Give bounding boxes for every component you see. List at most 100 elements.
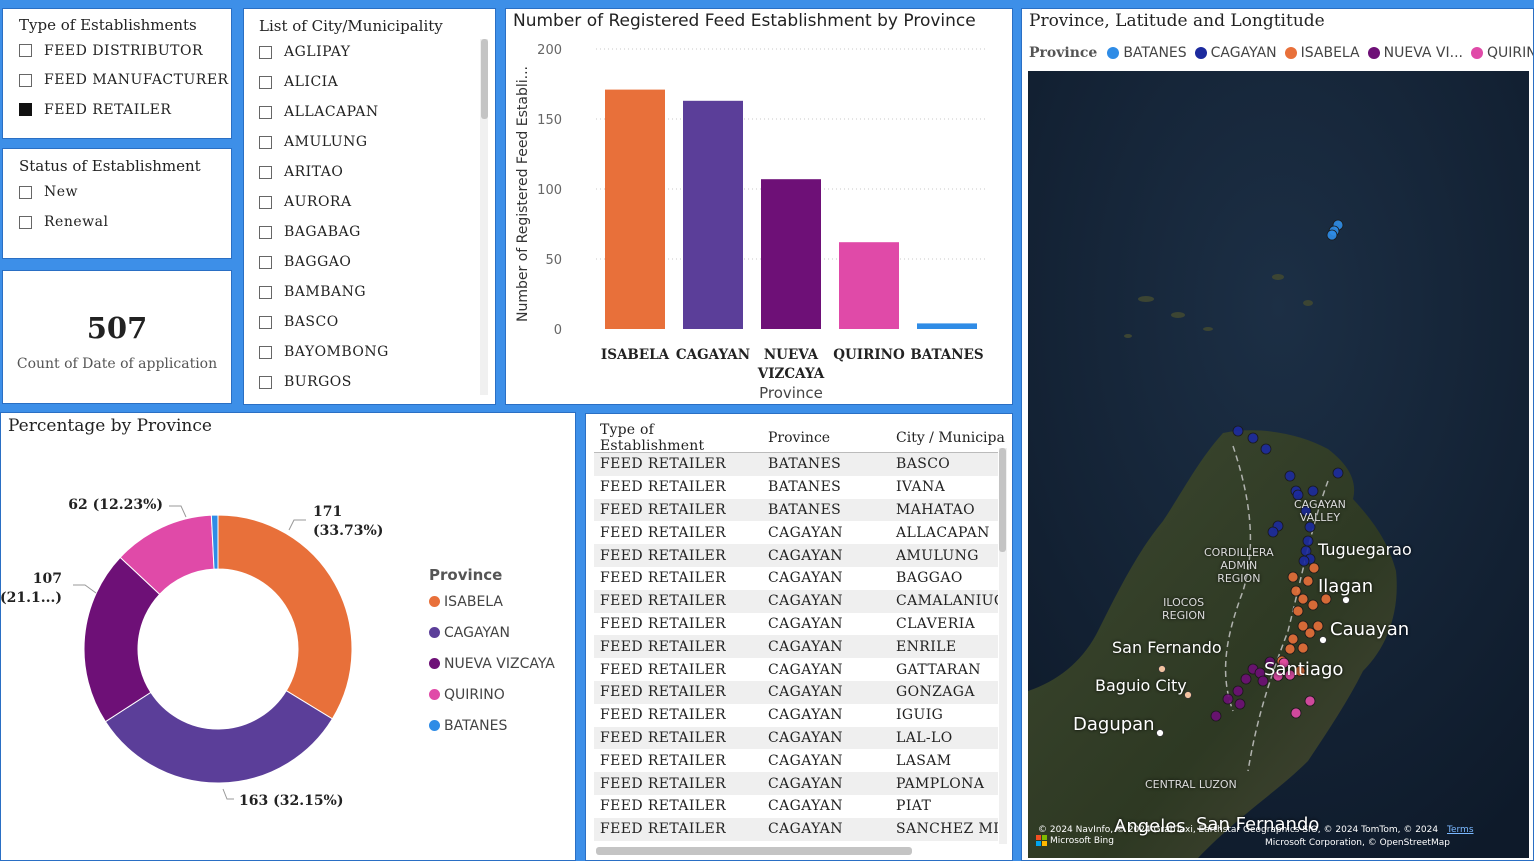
- map-legend-item[interactable]: ISABELA: [1284, 45, 1360, 61]
- city-slicer-item[interactable]: AGLIPAY: [259, 37, 389, 67]
- map-point-cagayan[interactable]: [1298, 555, 1310, 567]
- map-point-nueva[interactable]: [1257, 675, 1269, 687]
- map-point-isabela[interactable]: [1290, 585, 1302, 597]
- map-canvas[interactable]: [1028, 71, 1529, 858]
- map-point-quirino[interactable]: [1284, 669, 1296, 681]
- bar-isabela[interactable]: [605, 89, 665, 329]
- map-point-cagayan[interactable]: [1292, 489, 1304, 501]
- checkbox-icon[interactable]: [19, 103, 32, 117]
- table-row[interactable]: FEED RETAILER CAGAYAN BAGGAO: [594, 567, 998, 590]
- map-point-isabela[interactable]: [1297, 642, 1309, 654]
- map-point-cagayan[interactable]: [1284, 470, 1296, 482]
- map-point-nueva[interactable]: [1232, 685, 1244, 697]
- map-point-isabela[interactable]: [1284, 643, 1296, 655]
- checkbox-icon[interactable]: [19, 215, 32, 229]
- table-row[interactable]: FEED RETAILER CAGAYAN PIAT: [594, 795, 998, 818]
- status-slicer-item[interactable]: Renewal: [19, 207, 108, 237]
- map-point-cagayan[interactable]: [1300, 505, 1312, 517]
- donut-legend-item[interactable]: CAGAYAN: [429, 617, 555, 648]
- map-point-nueva[interactable]: [1222, 693, 1234, 705]
- col-header-city[interactable]: City / Municipa: [890, 422, 1005, 454]
- checkbox-icon[interactable]: [259, 375, 272, 389]
- map-point-cagayan[interactable]: [1302, 535, 1314, 547]
- map-point-isabela[interactable]: [1312, 620, 1324, 632]
- donut-slice-cagayan[interactable]: [104, 690, 334, 784]
- table-row[interactable]: FEED RETAILERCAGAYANSANCHEZ MIR: [594, 817, 998, 841]
- checkbox-icon[interactable]: [259, 255, 272, 269]
- map-point-cagayan[interactable]: [1332, 467, 1344, 479]
- map-point-quirino[interactable]: [1272, 670, 1284, 682]
- table-row[interactable]: FEED RETAILER CAGAYAN LASAM: [594, 749, 998, 772]
- type-slicer-item[interactable]: FEED MANUFACTURER: [19, 66, 229, 96]
- map-legend-item[interactable]: BATANES: [1107, 45, 1187, 61]
- map-point-isabela[interactable]: [1304, 627, 1316, 639]
- map-point-isabela[interactable]: [1307, 599, 1319, 611]
- table-row[interactable]: FEED RETAILER CAGAYAN CLAVERIA: [594, 613, 998, 636]
- bar-quirino[interactable]: [839, 242, 899, 329]
- checkbox-icon[interactable]: [259, 225, 272, 239]
- map-point-quirino[interactable]: [1278, 657, 1290, 669]
- checkbox-icon[interactable]: [259, 75, 272, 89]
- city-slicer-item[interactable]: ALICIA: [259, 67, 389, 97]
- map-point-cagayan[interactable]: [1247, 432, 1259, 444]
- map-point-cagayan[interactable]: [1232, 425, 1244, 437]
- checkbox-icon[interactable]: [259, 285, 272, 299]
- map-point-isabela[interactable]: [1287, 571, 1299, 583]
- map-point-isabela[interactable]: [1292, 605, 1304, 617]
- city-slicer-item[interactable]: AURORA: [259, 187, 389, 217]
- table-row[interactable]: FEED RETAILER CAGAYAN PAMPLONA: [594, 772, 998, 795]
- checkbox-icon[interactable]: [259, 105, 272, 119]
- city-slicer-item[interactable]: BAYOMBONG: [259, 337, 389, 367]
- bar-nueva-vizcaya[interactable]: [761, 179, 821, 329]
- city-slicer-item[interactable]: BAGABAG: [259, 217, 389, 247]
- map-point-nueva[interactable]: [1264, 656, 1276, 668]
- checkbox-icon[interactable]: [259, 315, 272, 329]
- table-row[interactable]: FEED RETAILER CAGAYAN GONZAGA: [594, 680, 998, 704]
- map-point-isabela[interactable]: [1297, 593, 1309, 605]
- map-point-isabela[interactable]: [1320, 593, 1332, 605]
- map-point-isabela[interactable]: [1308, 562, 1320, 574]
- checkbox-icon[interactable]: [19, 185, 32, 199]
- checkbox-icon[interactable]: [19, 44, 32, 58]
- table-row[interactable]: FEED RETAILER CAGAYAN AMULUNG: [594, 544, 998, 567]
- map-point-nueva[interactable]: [1234, 698, 1246, 710]
- donut-slice-isabela[interactable]: [217, 514, 353, 720]
- type-slicer-item[interactable]: FEED DISTRIBUTOR: [19, 36, 229, 66]
- map-point-batanes[interactable]: [1326, 229, 1338, 241]
- city-slicer-item[interactable]: BURGOS: [259, 367, 389, 397]
- map-legend-item[interactable]: CAGAYAN: [1194, 45, 1277, 61]
- checkbox-icon[interactable]: [259, 135, 272, 149]
- type-slicer-item[interactable]: FEED RETAILER: [19, 95, 229, 125]
- table-row[interactable]: FEED RETAILER BATANES IVANA: [594, 476, 998, 499]
- checkbox-icon[interactable]: [259, 45, 272, 59]
- city-slicer-item[interactable]: ALLACAPAN: [259, 97, 389, 127]
- map-legend-item[interactable]: NUEVA VI...: [1367, 45, 1463, 61]
- table-row[interactable]: FEED RETAILER CAGAYAN GATTARAN: [594, 658, 998, 681]
- city-slicer-item[interactable]: BAGGAO: [259, 247, 389, 277]
- donut-legend-item[interactable]: QUIRINO: [429, 679, 555, 710]
- checkbox-icon[interactable]: [19, 73, 32, 87]
- table-row[interactable]: FEED RETAILER BATANES MAHATAO: [594, 498, 998, 522]
- map-point-nueva[interactable]: [1210, 710, 1222, 722]
- col-header-type[interactable]: Type of Establishment: [594, 422, 762, 454]
- map-terms-link[interactable]: Terms: [1447, 825, 1474, 835]
- map-legend-item[interactable]: QUIRIN: [1470, 45, 1533, 61]
- checkbox-icon[interactable]: [259, 195, 272, 209]
- col-header-province[interactable]: Province: [762, 422, 890, 454]
- bar-cagayan[interactable]: [683, 100, 743, 329]
- map-point-nueva[interactable]: [1240, 673, 1252, 685]
- table-hscroll-thumb[interactable]: [596, 847, 912, 855]
- city-slicer-item[interactable]: BAMBANG: [259, 277, 389, 307]
- map-point-cagayan[interactable]: [1260, 443, 1272, 455]
- table-row[interactable]: FEED RETAILER CAGAYAN IGUIG: [594, 704, 998, 727]
- map-point-isabela[interactable]: [1287, 633, 1299, 645]
- map-point-isabela[interactable]: [1294, 665, 1306, 677]
- table-row[interactable]: FEED RETAILER CAGAYAN LAL-LO: [594, 726, 998, 750]
- map-point-cagayan[interactable]: [1304, 521, 1316, 533]
- table-row[interactable]: FEED RETAILER CAGAYAN ALLACAPAN: [594, 521, 998, 544]
- map-point-cagayan[interactable]: [1267, 526, 1279, 538]
- table-row[interactable]: FEED RETAILERCAGAYANCAMALANIUGA: [594, 589, 998, 613]
- city-scrollbar-thumb[interactable]: [481, 39, 488, 119]
- map-point-quirino[interactable]: [1290, 707, 1302, 719]
- donut-legend-item[interactable]: NUEVA VIZCAYA: [429, 648, 555, 679]
